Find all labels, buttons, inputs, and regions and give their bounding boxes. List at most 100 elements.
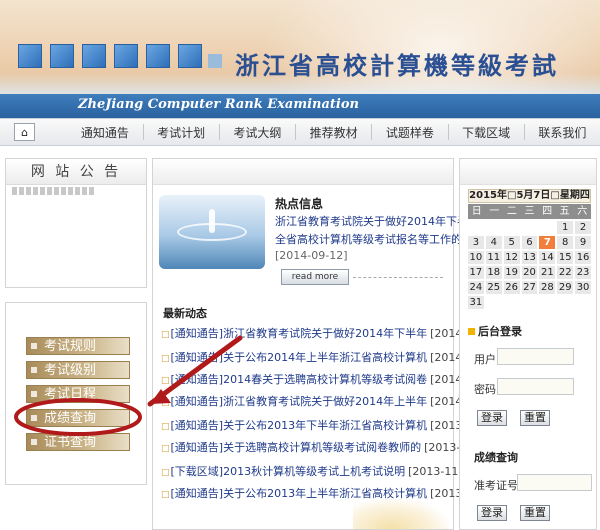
bullet-icon: □ bbox=[161, 376, 170, 386]
menu-exam-rules-button[interactable]: 考试规则 bbox=[26, 337, 130, 355]
calendar-day[interactable]: 20 bbox=[521, 266, 538, 279]
password-label: 密码: bbox=[474, 383, 500, 396]
calendar-empty-cell bbox=[575, 296, 591, 309]
news-item-link[interactable]: [通知通告]关于公布2014年上半年浙江省高校计算机 bbox=[171, 351, 428, 364]
news-item[interactable]: □[通知通告]2014春关于选聘高校计算机等级考试阅卷[2014-04-28] bbox=[161, 371, 503, 387]
calendar-day[interactable]: 6 bbox=[521, 236, 538, 249]
calendar-day[interactable]: 15 bbox=[557, 251, 574, 264]
scrolling-notice-text bbox=[12, 187, 94, 195]
calendar-day[interactable]: 27 bbox=[521, 281, 538, 294]
calendar-day[interactable]: 16 bbox=[575, 251, 591, 264]
hot-news-link-line1[interactable]: 浙江省教育考试院关于做好2014年下半年 bbox=[275, 213, 479, 229]
news-item-link[interactable]: [下载区域]2013秋计算机等级考试上机考试说明 bbox=[171, 465, 406, 478]
drop-ripple bbox=[177, 223, 247, 241]
calendar-day[interactable]: 9 bbox=[575, 236, 591, 249]
calendar-day[interactable]: 2 bbox=[575, 221, 591, 234]
news-item[interactable]: □[通知通告]关于公布2013年上半年浙江省高校计算机[2013-06-20] bbox=[161, 485, 503, 501]
calendar-day[interactable]: 8 bbox=[557, 236, 574, 249]
bullet-icon bbox=[31, 391, 37, 397]
calendar-day[interactable]: 13 bbox=[521, 251, 538, 264]
password-input[interactable] bbox=[497, 378, 574, 395]
calendar-day[interactable]: 11 bbox=[485, 251, 502, 264]
username-label: 用户: bbox=[474, 353, 500, 366]
calendar-day[interactable]: 19 bbox=[503, 266, 520, 279]
nav-item-downloads[interactable]: 下载区域 bbox=[448, 124, 523, 141]
banner-title: 浙江省高校計算機等級考試 bbox=[235, 52, 559, 80]
calendar-day[interactable]: 12 bbox=[503, 251, 520, 264]
main-nav: ⌂ 通知通告 考试计划 考试大纲 推荐教材 试题样卷 下载区域 联系我们 bbox=[0, 118, 600, 146]
nav-item-contact[interactable]: 联系我们 bbox=[525, 124, 600, 141]
nav-item-textbooks[interactable]: 推荐教材 bbox=[296, 124, 371, 141]
hot-news-date: [2014-09-12] bbox=[275, 249, 348, 262]
menu-exam-schedule-button[interactable]: 考试日程 bbox=[26, 385, 130, 403]
calendar-empty-cell bbox=[522, 296, 538, 309]
news-item[interactable]: □[通知通告]浙江省教育考试院关于做好2014年下半年[2014-09-12] bbox=[161, 325, 503, 341]
calendar-day[interactable]: 28 bbox=[539, 281, 556, 294]
score-query-title: 成绩查询 bbox=[474, 451, 518, 464]
news-item-link[interactable]: [通知通告]关于公布2013年下半年浙江省高校计算机 bbox=[171, 419, 428, 432]
nav-item-sample-papers[interactable]: 试题样卷 bbox=[372, 124, 447, 141]
menu-score-query-button[interactable]: 成绩查询 bbox=[26, 409, 130, 427]
calendar-day[interactable]: 25 bbox=[485, 281, 502, 294]
menu-certificate-query-button[interactable]: 证书查询 bbox=[26, 433, 130, 451]
water-drop-image bbox=[159, 195, 265, 269]
news-item-link[interactable]: [通知通告]2014春关于选聘高校计算机等级考试阅卷 bbox=[171, 373, 428, 386]
calendar-day[interactable]: 10 bbox=[468, 251, 484, 264]
calendar-day[interactable]: 4 bbox=[485, 236, 502, 249]
login-button[interactable]: 登录 bbox=[477, 410, 507, 426]
news-item-link[interactable]: [通知通告]浙江省教育考试院关于做好2014年下半年 bbox=[171, 327, 428, 340]
calendar-day[interactable]: 21 bbox=[539, 266, 556, 279]
calendar-day[interactable]: 26 bbox=[503, 281, 520, 294]
calendar-day[interactable]: 31 bbox=[468, 296, 484, 309]
score-reset-button[interactable]: 重置 bbox=[520, 505, 550, 521]
weekday-label: 五 bbox=[559, 206, 570, 217]
calendar-empty-cell bbox=[522, 221, 538, 234]
menu-exam-levels-button[interactable]: 考试级别 bbox=[26, 361, 130, 379]
site-notice-panel: 网 站 公 告 bbox=[5, 158, 147, 288]
calendar-day[interactable]: 30 bbox=[575, 281, 591, 294]
news-item[interactable]: □[通知通告]浙江省教育考试院关于做好2014年上半年[2014-03-03] bbox=[161, 393, 503, 409]
username-input[interactable] bbox=[497, 348, 574, 365]
hot-news-link-line2[interactable]: 全省高校计算机等级考试报名等工作的通知 bbox=[275, 231, 484, 247]
calendar-day[interactable]: 1 bbox=[557, 221, 574, 234]
banner-subtitle: ZheJiang Computer Rank Examination bbox=[78, 97, 359, 112]
calendar-day[interactable]: 23 bbox=[575, 266, 591, 279]
square-bullet-icon bbox=[468, 328, 475, 335]
score-query-button[interactable]: 登录 bbox=[477, 505, 507, 521]
news-item-link[interactable]: [通知通告]关于选聘高校计算机等级考试阅卷教师的 bbox=[171, 441, 422, 454]
bullet-icon: □ bbox=[161, 354, 170, 364]
nav-item-syllabus[interactable]: 考试大纲 bbox=[220, 124, 295, 141]
banner-tile-icon bbox=[18, 44, 42, 68]
home-icon[interactable]: ⌂ bbox=[14, 123, 36, 141]
banner-small-tile-icon bbox=[208, 54, 222, 68]
calendar-day[interactable]: 5 bbox=[503, 236, 520, 249]
nav-item-notices[interactable]: 通知通告 bbox=[67, 124, 142, 141]
bullet-icon: □ bbox=[161, 444, 170, 454]
calendar-day[interactable]: 7 bbox=[539, 236, 556, 249]
calendar-day[interactable]: 3 bbox=[468, 236, 484, 249]
calendar-empty-cell bbox=[468, 221, 484, 234]
nav-item-exam-plan[interactable]: 考试计划 bbox=[144, 124, 219, 141]
calendar-day[interactable]: 14 bbox=[539, 251, 556, 264]
weekday-label: 二 bbox=[506, 206, 517, 217]
news-item[interactable]: □[通知通告]关于公布2013年下半年浙江省高校计算机[2013-12-26] bbox=[161, 417, 503, 433]
calendar-day[interactable]: 17 bbox=[468, 266, 484, 279]
dotted-divider bbox=[353, 277, 443, 278]
weekday-label: 六 bbox=[577, 206, 588, 217]
read-more-button[interactable]: read more bbox=[281, 269, 349, 285]
news-panel: 热点信息 浙江省教育考试院关于做好2014年下半年 全省高校计算机等级考试报名等… bbox=[152, 158, 503, 530]
calendar-day[interactable]: 24 bbox=[468, 281, 484, 294]
news-item[interactable]: □[下载区域]2013秋计算机等级考试上机考试说明 [2013-11-13] bbox=[161, 463, 481, 479]
banner-tile-icon bbox=[178, 44, 202, 68]
reset-button[interactable]: 重置 bbox=[520, 410, 550, 426]
news-item[interactable]: □[通知通告]关于公布2014年上半年浙江省高校计算机[2014-05-30] bbox=[161, 349, 503, 365]
news-item-link[interactable]: [通知通告]浙江省教育考试院关于做好2014年上半年 bbox=[171, 395, 428, 408]
calendar-day[interactable]: 18 bbox=[485, 266, 502, 279]
ticket-number-input[interactable] bbox=[517, 474, 592, 491]
calendar-day[interactable]: 29 bbox=[557, 281, 574, 294]
banner-tile-icon bbox=[50, 44, 74, 68]
calendar-empty-cell bbox=[486, 296, 502, 309]
news-item[interactable]: □[通知通告]关于选聘高校计算机等级考试阅卷教师的[2013-11-23] bbox=[161, 439, 497, 455]
calendar-day[interactable]: 22 bbox=[557, 266, 574, 279]
menu-label: 成绩查询 bbox=[44, 411, 97, 426]
